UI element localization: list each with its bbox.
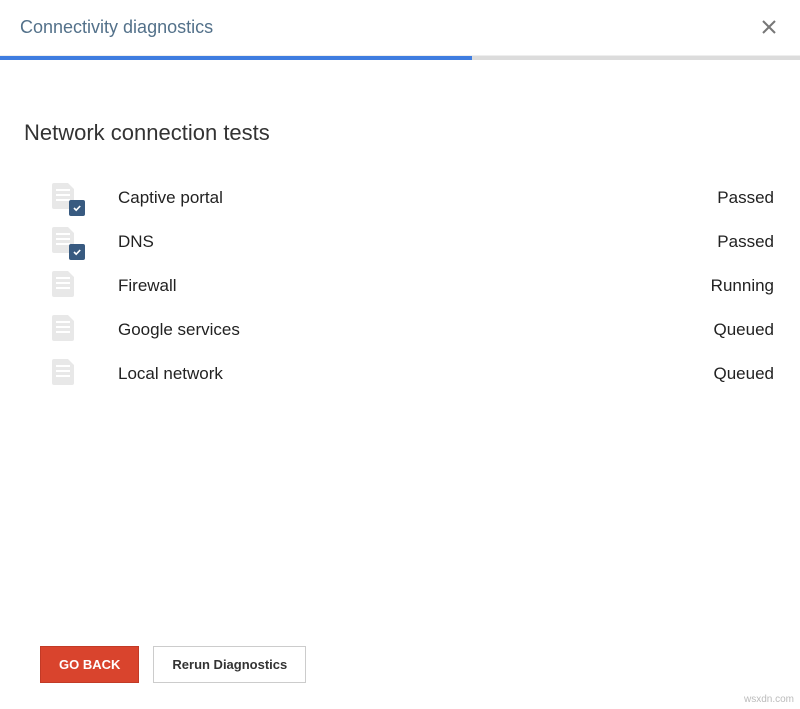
test-label: Google services	[82, 320, 714, 340]
document-icon	[52, 183, 82, 213]
rerun-diagnostics-button[interactable]: Rerun Diagnostics	[153, 646, 306, 683]
test-row[interactable]: DNS Passed	[52, 220, 776, 264]
test-label: DNS	[82, 232, 717, 252]
test-row[interactable]: Captive portal Passed	[52, 176, 776, 220]
document-icon	[52, 359, 82, 389]
document-icon	[52, 315, 82, 345]
watermark-text: wsxdn.com	[744, 694, 794, 705]
close-icon[interactable]	[758, 14, 780, 42]
test-label: Local network	[82, 364, 714, 384]
progress-bar	[0, 56, 472, 60]
tests-list: Captive portal Passed DNS Passed Firewal…	[24, 176, 776, 396]
checkmark-icon	[69, 244, 85, 260]
test-status: Passed	[717, 188, 776, 208]
test-row[interactable]: Firewall Running	[52, 264, 776, 308]
checkmark-icon	[69, 200, 85, 216]
test-label: Firewall	[82, 276, 711, 296]
document-icon	[52, 227, 82, 257]
test-status: Running	[711, 276, 776, 296]
test-status: Queued	[714, 364, 777, 384]
page-title: Connectivity diagnostics	[20, 17, 213, 38]
test-status: Queued	[714, 320, 777, 340]
section-title: Network connection tests	[24, 120, 776, 146]
progress-track	[0, 56, 800, 60]
test-row[interactable]: Local network Queued	[52, 352, 776, 396]
test-label: Captive portal	[82, 188, 717, 208]
document-icon	[52, 271, 82, 301]
header-bar: Connectivity diagnostics	[0, 0, 800, 56]
test-row[interactable]: Google services Queued	[52, 308, 776, 352]
go-back-button[interactable]: GO BACK	[40, 646, 139, 683]
content-area: Network connection tests Captive portal …	[0, 60, 800, 646]
test-status: Passed	[717, 232, 776, 252]
footer-bar: GO BACK Rerun Diagnostics	[0, 646, 800, 709]
diagnostics-window: Connectivity diagnostics Network connect…	[0, 0, 800, 709]
